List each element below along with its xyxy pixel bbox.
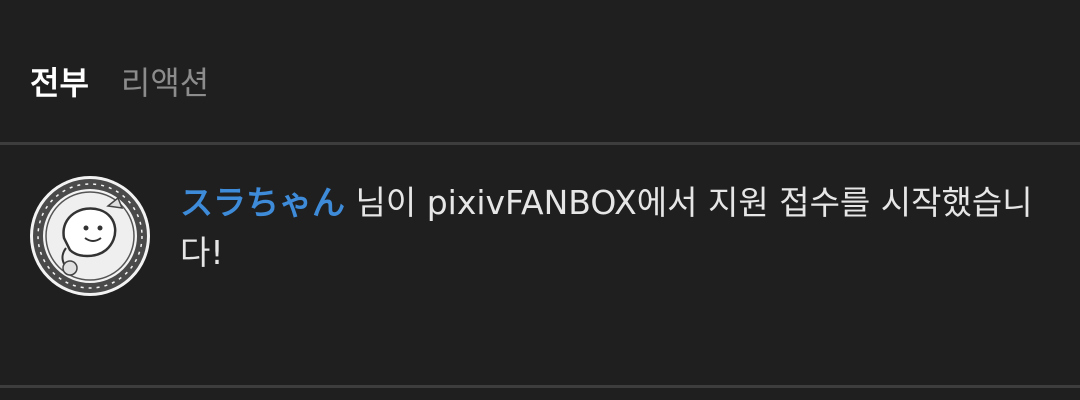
notification-divider: [0, 385, 1080, 388]
notification-tabs: 전부 리액션: [30, 58, 209, 108]
tab-all[interactable]: 전부: [30, 58, 89, 108]
avatar-illustration-icon: [32, 178, 148, 294]
notification-message: スラちゃん 님이 pixivFANBOX에서 지원 접수를 시작했습니다!: [180, 178, 1050, 278]
username-link[interactable]: スラちゃん: [180, 183, 345, 222]
user-avatar[interactable]: [30, 176, 150, 296]
notification-item[interactable]: スラちゃん 님이 pixivFANBOX에서 지원 접수를 시작했습니다!: [0, 145, 1080, 385]
tab-reactions[interactable]: 리액션: [121, 58, 209, 108]
